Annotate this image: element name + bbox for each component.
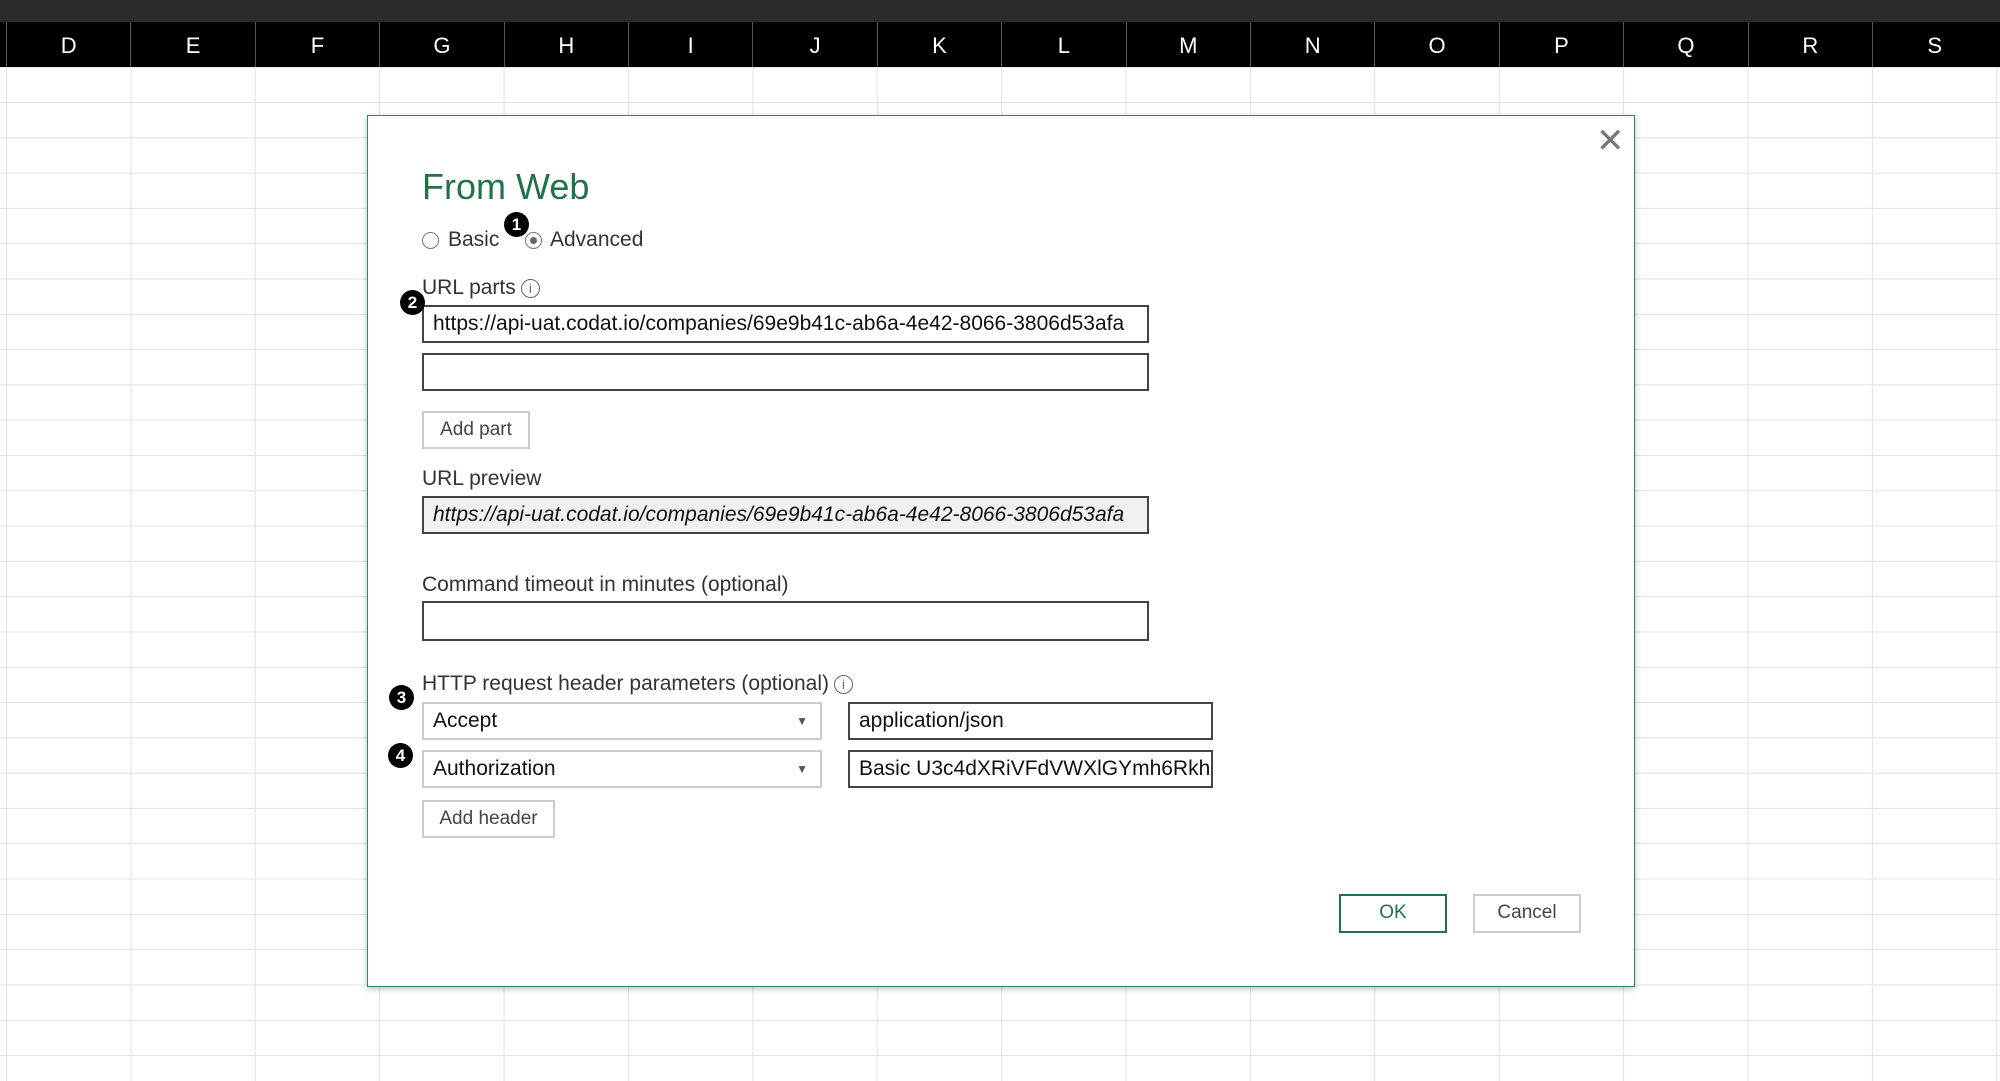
add-header-button[interactable]: Add header (422, 800, 555, 838)
column-header-L[interactable]: L (1001, 22, 1125, 67)
column-header-Q[interactable]: Q (1623, 22, 1747, 67)
column-header-K[interactable]: K (876, 22, 1001, 67)
cancel-button[interactable]: Cancel (1473, 894, 1581, 933)
add-part-button[interactable]: Add part (422, 411, 530, 449)
radio-basic[interactable] (422, 232, 439, 249)
radio-advanced[interactable] (525, 232, 542, 249)
header-name-value: Authorization (433, 757, 556, 780)
url-part-input-1[interactable]: https://api-uat.codat.io/companies/69e9b… (422, 305, 1149, 343)
headers-label: HTTP request header parameters (optional… (422, 672, 853, 696)
column-header-D[interactable]: D (6, 22, 130, 67)
column-header-P[interactable]: P (1498, 22, 1623, 67)
url-preview-label: URL preview (422, 467, 542, 490)
timeout-label: Command timeout in minutes (optional) (422, 573, 789, 596)
header-name-value: Accept (433, 709, 498, 732)
column-header-E[interactable]: E (130, 22, 254, 67)
column-header-S[interactable]: S (1872, 22, 1996, 67)
chevron-down-icon: ▼ (796, 714, 808, 728)
column-header-J[interactable]: J (752, 22, 876, 67)
header-value-input-2[interactable]: Basic U3c4dXRiVFdVWXlGYmh6RkhlV (848, 750, 1213, 788)
column-header-N[interactable]: N (1250, 22, 1374, 67)
column-header-O[interactable]: O (1374, 22, 1498, 67)
close-icon[interactable]: ✕ (1596, 124, 1625, 158)
ok-button[interactable]: OK (1339, 894, 1447, 933)
header-name-select-2[interactable]: Authorization ▼ (422, 750, 822, 788)
annotation-badge-2: 2 (400, 290, 425, 315)
column-header-R[interactable]: R (1747, 22, 1872, 67)
annotation-badge-3: 3 (389, 685, 414, 710)
column-header-I[interactable]: I (628, 22, 752, 67)
column-header-H[interactable]: H (503, 22, 628, 67)
radio-advanced-label: Advanced (550, 228, 644, 251)
title-bar (0, 0, 2000, 22)
column-header-M[interactable]: M (1125, 22, 1250, 67)
column-header-G[interactable]: G (379, 22, 503, 67)
url-part-input-2[interactable] (422, 353, 1149, 391)
url-parts-text: URL parts (422, 276, 516, 299)
annotation-badge-4: 4 (388, 743, 413, 768)
url-preview-field: https://api-uat.codat.io/companies/69e9b… (422, 496, 1149, 534)
radio-basic-label: Basic (448, 228, 500, 251)
from-web-dialog: ✕ From Web Basic Advanced URL parts i htt… (367, 115, 1635, 987)
headers-label-text: HTTP request header parameters (optional… (422, 672, 829, 695)
url-parts-label: URL parts i (422, 276, 540, 300)
timeout-input[interactable] (422, 601, 1149, 641)
info-icon[interactable]: i (833, 674, 853, 694)
annotation-badge-1: 1 (504, 212, 529, 237)
info-icon[interactable]: i (520, 278, 540, 298)
chevron-down-icon: ▼ (796, 762, 808, 776)
header-value-input-1[interactable]: application/json (848, 702, 1213, 740)
dialog-title: From Web (422, 166, 590, 207)
column-header-F[interactable]: F (254, 22, 379, 67)
header-name-select-1[interactable]: Accept ▼ (422, 702, 822, 740)
column-header-row: DEFGHIJKLMNOPQRS (0, 22, 2000, 67)
